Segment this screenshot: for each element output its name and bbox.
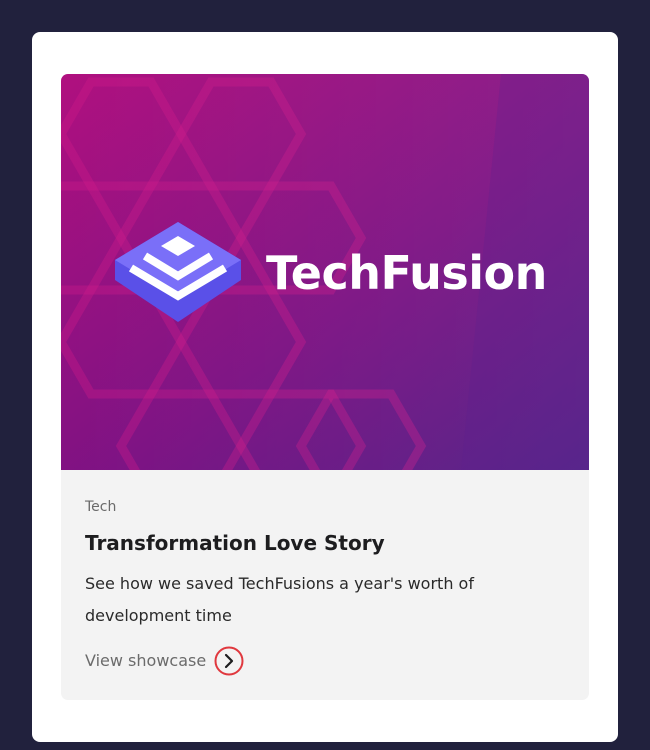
hero-image: TechFusion	[61, 74, 589, 470]
card-title[interactable]: Transformation Love Story	[85, 530, 565, 556]
showcase-card[interactable]: TechFusion Tech Transformation Love Stor…	[61, 74, 589, 700]
view-showcase-link[interactable]: View showcase	[85, 646, 565, 676]
outer-card: TechFusion Tech Transformation Love Stor…	[32, 32, 618, 742]
brand-name: TechFusion	[266, 246, 547, 300]
stacked-layers-icon	[115, 222, 241, 322]
view-showcase-label[interactable]: View showcase	[85, 650, 206, 672]
chevron-right-circle-icon[interactable]	[214, 646, 244, 676]
category-label: Tech	[85, 499, 117, 515]
card-description: See how we saved TechFusions a year's wo…	[85, 574, 474, 625]
card-content: Tech Transformation Love Story See how w…	[61, 470, 589, 676]
